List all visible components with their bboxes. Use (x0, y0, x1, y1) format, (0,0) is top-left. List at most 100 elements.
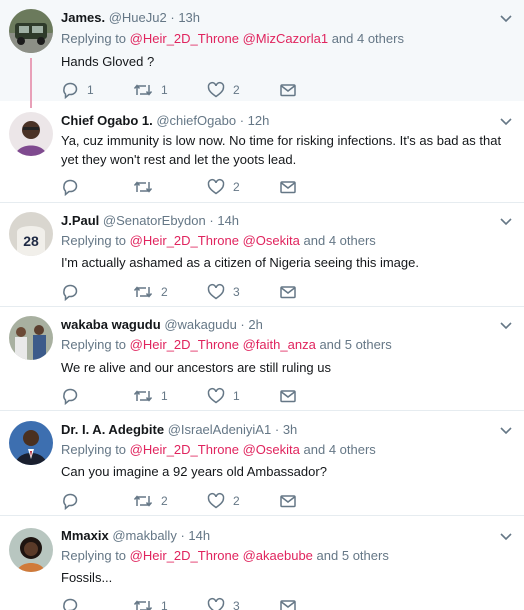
mention-link[interactable]: @Heir_2D_Throne (130, 548, 239, 563)
author-handle[interactable]: @HueJu2 (109, 10, 167, 25)
reply-button[interactable] (61, 386, 87, 406)
mention-link[interactable]: @faith_anza (243, 337, 316, 352)
timestamp[interactable]: 14h (188, 528, 210, 543)
retweet-count: 2 (161, 494, 168, 508)
others-link[interactable]: and 4 others (332, 31, 404, 46)
reply-icon (61, 283, 79, 301)
avatar[interactable] (9, 112, 53, 156)
envelope-icon (279, 492, 297, 510)
retweet-icon (133, 178, 153, 196)
direct-message-button[interactable] (279, 596, 297, 610)
like-button[interactable]: 3 (207, 282, 240, 302)
timestamp[interactable]: 12h (248, 113, 270, 128)
direct-message-button[interactable] (279, 491, 297, 511)
others-link[interactable]: and 5 others (317, 548, 389, 563)
jersey-number: 28 (23, 233, 39, 249)
others-link[interactable]: and 4 others (304, 233, 376, 248)
timestamp[interactable]: 14h (217, 213, 239, 228)
mention-link[interactable]: @Heir_2D_Throne (130, 442, 239, 457)
mention-link[interactable]: @Heir_2D_Throne (130, 233, 239, 248)
replying-prefix: Replying to (61, 31, 127, 46)
tweet-text: Ya, cuz immunity is low now. No time for… (61, 133, 502, 167)
chevron-down-icon[interactable] (499, 423, 513, 437)
others-link[interactable]: and 5 others (319, 337, 391, 352)
chevron-down-icon[interactable] (499, 529, 513, 543)
mention-link[interactable]: @akaebube (243, 548, 313, 563)
mention-link[interactable]: @Osekita (243, 233, 300, 248)
heart-icon (207, 81, 225, 99)
like-button[interactable]: 3 (207, 596, 240, 610)
tweet[interactable]: Dr. I. A. Adegbite @IsraelAdeniyiA1 · 3h… (0, 411, 524, 516)
retweet-icon (133, 387, 153, 405)
like-button[interactable]: 2 (207, 177, 240, 197)
author-name[interactable]: wakaba wagudu (61, 317, 161, 332)
tweet[interactable]: wakaba wagudu @wakagudu · 2h Replying to… (0, 307, 524, 411)
direct-message-button[interactable] (279, 80, 297, 100)
retweet-count: 1 (161, 599, 168, 610)
separator: · (209, 213, 214, 228)
envelope-icon (279, 597, 297, 610)
timestamp[interactable]: 13h (178, 10, 200, 25)
timestamp[interactable]: 3h (283, 422, 297, 437)
retweet-button[interactable]: 1 (133, 80, 168, 100)
tweet[interactable]: James. @HueJu2 · 13h Replying to @Heir_2… (0, 0, 524, 108)
others-link[interactable]: and 4 others (304, 442, 376, 457)
like-button[interactable]: 2 (207, 80, 240, 100)
avatar[interactable] (9, 316, 53, 360)
reply-button[interactable]: 1 (61, 80, 94, 100)
like-count: 3 (233, 285, 240, 299)
author-handle[interactable]: @SenatorEbydon (103, 213, 206, 228)
reply-icon (61, 492, 79, 510)
chevron-down-icon[interactable] (499, 214, 513, 228)
retweet-icon (133, 283, 153, 301)
replying-prefix: Replying to (61, 548, 127, 563)
avatar[interactable] (9, 9, 53, 53)
author-handle[interactable]: @makbally (112, 528, 177, 543)
chevron-down-icon[interactable] (499, 11, 513, 25)
like-count: 2 (233, 180, 240, 194)
author-handle[interactable]: @IsraelAdeniyiA1 (168, 422, 272, 437)
replying-to: Replying to @Heir_2D_Throne @MizCazorla1… (61, 30, 404, 48)
avatar[interactable] (9, 421, 53, 465)
chevron-down-icon[interactable] (499, 114, 513, 128)
reply-button[interactable] (61, 177, 87, 197)
author-handle[interactable]: @wakagudu (164, 317, 236, 332)
like-count: 1 (233, 389, 240, 403)
direct-message-button[interactable] (279, 386, 297, 406)
like-button[interactable]: 1 (207, 386, 240, 406)
author-name[interactable]: James. (61, 10, 105, 25)
direct-message-button[interactable] (279, 282, 297, 302)
retweet-button[interactable]: 2 (133, 282, 168, 302)
chevron-down-icon[interactable] (499, 318, 513, 332)
direct-message-button[interactable] (279, 177, 297, 197)
tweet-header: wakaba wagudu @wakagudu · 2h (61, 316, 263, 334)
timestamp[interactable]: 2h (248, 317, 262, 332)
tweet-actions: 1 3 (61, 596, 321, 610)
replying-to: Replying to @Heir_2D_Throne @Osekita and… (61, 232, 376, 250)
author-name[interactable]: Mmaxix (61, 528, 109, 543)
retweet-button[interactable] (133, 177, 161, 197)
tweet[interactable]: Chief Ogabo 1. @chiefOgabo · 12h Ya, cuz… (0, 101, 524, 203)
author-handle[interactable]: @chiefOgabo (156, 113, 236, 128)
mention-link[interactable]: @Heir_2D_Throne (130, 31, 239, 46)
like-button[interactable]: 2 (207, 491, 240, 511)
mention-link[interactable]: @MizCazorla1 (243, 31, 328, 46)
avatar[interactable] (9, 528, 53, 572)
reply-button[interactable] (61, 491, 87, 511)
author-name[interactable]: J.Paul (61, 213, 99, 228)
retweet-button[interactable]: 2 (133, 491, 168, 511)
tweet[interactable]: 28 J.Paul @SenatorEbydon · 14h Replying … (0, 203, 524, 307)
tweet-text: I'm actually ashamed as a citizen of Nig… (61, 255, 419, 270)
tweet[interactable]: Mmaxix @makbally · 14h Replying to @Heir… (0, 516, 524, 610)
retweet-button[interactable]: 1 (133, 596, 168, 610)
author-name[interactable]: Dr. I. A. Adegbite (61, 422, 164, 437)
mention-link[interactable]: @Heir_2D_Throne (130, 337, 239, 352)
reply-button[interactable] (61, 282, 87, 302)
replying-to: Replying to @Heir_2D_Throne @faith_anza … (61, 336, 392, 354)
mention-link[interactable]: @Osekita (243, 442, 300, 457)
avatar[interactable]: 28 (9, 212, 53, 256)
reply-button[interactable] (61, 596, 87, 610)
retweet-button[interactable]: 1 (133, 386, 168, 406)
heart-icon (207, 178, 225, 196)
author-name[interactable]: Chief Ogabo 1. (61, 113, 153, 128)
